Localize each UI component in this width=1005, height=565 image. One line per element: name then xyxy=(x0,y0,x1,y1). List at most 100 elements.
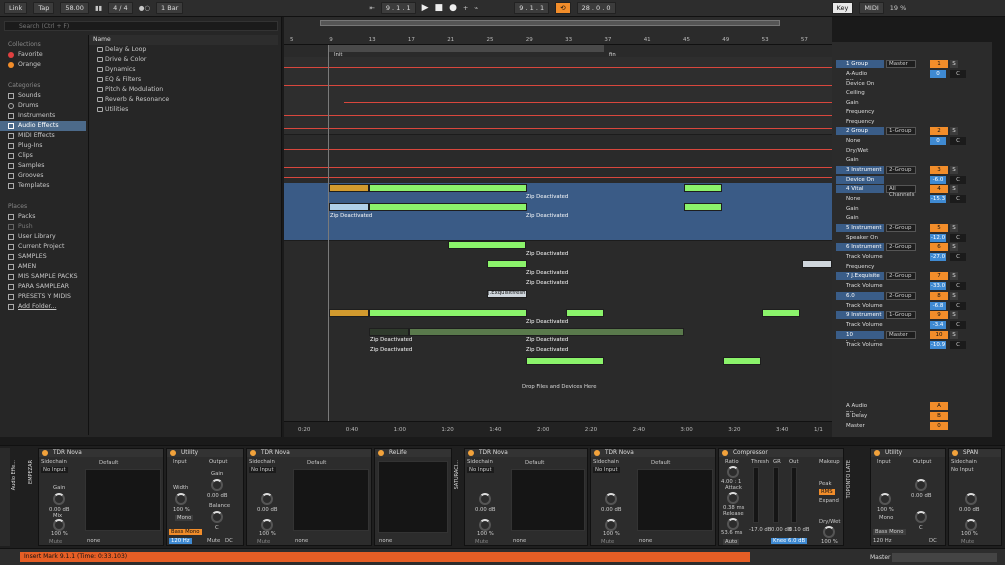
param-name[interactable]: Speaker On xyxy=(836,233,884,242)
param-name[interactable]: Dry/Wet xyxy=(836,146,884,155)
solo-button[interactable]: S xyxy=(950,60,958,68)
place-push[interactable]: Push xyxy=(0,222,86,232)
device-relife[interactable]: ReLife none xyxy=(374,448,452,546)
clip[interactable] xyxy=(369,203,527,211)
mix-knob[interactable] xyxy=(53,519,65,531)
param-name[interactable]: Device On xyxy=(836,79,884,88)
device-span[interactable]: SPAN Sidechain No Input 0.00 dB 100 % Mu… xyxy=(948,448,1002,546)
param-name[interactable]: Gain xyxy=(836,214,884,222)
clip[interactable] xyxy=(329,309,369,317)
browser-search-input[interactable]: Search (Ctrl + F) xyxy=(4,21,278,31)
gain-knob[interactable] xyxy=(261,493,273,505)
power-icon[interactable] xyxy=(42,450,48,456)
list-item[interactable]: Drive & Color xyxy=(89,55,278,65)
clip[interactable] xyxy=(684,203,722,211)
io-select[interactable]: none xyxy=(513,538,526,544)
zoom-level[interactable]: 1/1 xyxy=(814,427,823,433)
device-compressor[interactable]: Compressor Ratio 4.00 : 1 Attack 0.38 ms… xyxy=(718,448,844,546)
automation-line[interactable] xyxy=(284,128,832,129)
power-icon[interactable] xyxy=(874,450,880,456)
output-routing-select[interactable]: Master xyxy=(886,60,916,68)
automation-param-row[interactable]: Track Volume xyxy=(832,340,992,350)
device-title[interactable]: ReLife xyxy=(375,449,451,457)
category-plugins[interactable]: Plug-Ins xyxy=(0,141,86,151)
output-routing-select[interactable]: All Channels xyxy=(886,185,916,198)
mixer-track-row[interactable]: 1 Group Master 1 S 0 C xyxy=(832,60,992,78)
output-routing-select[interactable]: 2-Group xyxy=(886,272,916,280)
solo-button[interactable]: S xyxy=(950,272,958,280)
return-track-name[interactable]: B Delay xyxy=(836,412,884,420)
device-title[interactable]: Compressor xyxy=(719,449,843,457)
eq-display[interactable] xyxy=(85,469,161,531)
gain-knob[interactable] xyxy=(479,493,491,505)
add-folder-button[interactable]: Add Folder... xyxy=(0,302,86,312)
io-select[interactable]: none xyxy=(379,538,392,544)
param-name[interactable]: Gain xyxy=(836,156,884,164)
name-column-header[interactable]: Name xyxy=(89,35,278,45)
clip[interactable] xyxy=(409,328,684,336)
mixer-track-row[interactable]: 6.0 2-Group 8 S -6.8 C xyxy=(832,291,992,310)
solo-button[interactable]: S xyxy=(950,165,958,174)
list-item[interactable]: Dynamics xyxy=(89,65,278,75)
output-routing-select[interactable]: 2-Group xyxy=(886,291,916,300)
track-name[interactable]: 4 Vital xyxy=(836,185,884,193)
automation-param-row[interactable]: Track Volume xyxy=(832,253,992,262)
attack-knob[interactable] xyxy=(727,492,739,504)
eq-display[interactable] xyxy=(637,469,713,531)
category-clips[interactable]: Clips xyxy=(0,151,86,161)
list-item[interactable]: Pitch & Modulation xyxy=(89,85,278,95)
bass-mono-button[interactable]: Bass Mono xyxy=(169,529,202,535)
clip[interactable] xyxy=(487,260,527,268)
io-select[interactable]: none xyxy=(295,538,308,544)
track-lanes[interactable]: Init fin Zip Deactivated Zip Deactivated… xyxy=(284,45,832,421)
track-name[interactable]: 6 Instrument xyxy=(836,243,884,251)
collection-orange[interactable]: Orange xyxy=(0,60,86,70)
release-knob[interactable] xyxy=(727,518,739,530)
automation-param-row[interactable]: Gain xyxy=(832,156,992,165)
expand-button[interactable]: Expand xyxy=(819,498,839,504)
preset-select[interactable]: Default xyxy=(307,460,326,466)
automation-param-row[interactable]: Speaker On xyxy=(832,233,992,243)
stop-icon[interactable]: ■ xyxy=(435,3,444,13)
automation-param-row[interactable]: Frequency xyxy=(832,262,992,272)
automation-param-row[interactable]: Gain xyxy=(832,204,992,214)
bass-mono-freq[interactable]: 120 Hz xyxy=(169,538,192,544)
device-title[interactable]: Utility xyxy=(167,449,243,457)
device-utility[interactable]: Utility Input Output 100 % Mono Bass Mon… xyxy=(870,448,946,546)
automation-line[interactable] xyxy=(284,177,832,178)
collection-favorite[interactable]: Favorite xyxy=(0,50,86,60)
param-name[interactable]: None xyxy=(836,195,884,203)
mixer-track-row[interactable]: 9 Instrument 1-Group 9 S -3.4 C xyxy=(832,311,992,329)
mute-button[interactable]: Mute xyxy=(475,539,488,545)
solo-button[interactable]: S xyxy=(950,243,958,251)
param-name[interactable]: Track Volume xyxy=(836,301,884,310)
knee-field[interactable]: Knee 6.0 dB xyxy=(771,538,808,544)
return-activator[interactable]: A xyxy=(930,402,948,410)
automation-param-row[interactable]: Device On xyxy=(832,79,992,89)
track-name[interactable]: 3 Instrument xyxy=(836,165,884,174)
mixer-track-row[interactable]: 6 Instrument 2-Group 6 S -27.0 C xyxy=(832,243,992,261)
tap-tempo-button[interactable]: Tap xyxy=(33,2,55,14)
gain-knob[interactable] xyxy=(211,479,223,491)
device-utility[interactable]: Utility Input Output Width 100 % Mono Ba… xyxy=(166,448,244,546)
ratio-knob[interactable] xyxy=(727,466,739,478)
clip[interactable] xyxy=(448,241,526,249)
auto-release-button[interactable]: Auto xyxy=(723,539,740,545)
link-button[interactable]: Link xyxy=(4,2,28,14)
place-current-project[interactable]: Current Project xyxy=(0,242,86,252)
automation-line[interactable] xyxy=(284,85,832,86)
automation-param-row[interactable]: None xyxy=(832,195,992,204)
device-title[interactable]: TDR Nova xyxy=(591,449,715,457)
preset-select[interactable]: Default xyxy=(525,460,544,466)
peak-button[interactable]: Peak xyxy=(819,481,832,487)
param-name[interactable]: Frequency xyxy=(836,117,884,126)
automation-line[interactable] xyxy=(344,102,832,103)
clip[interactable] xyxy=(369,309,527,317)
device-tdr-nova[interactable]: TDR Nova Sidechain No Input Default Gain… xyxy=(38,448,164,546)
mix-knob[interactable] xyxy=(261,519,273,531)
track-name[interactable]: 6.0 xyxy=(836,291,884,300)
mix-knob[interactable] xyxy=(965,519,977,531)
clip[interactable] xyxy=(762,309,800,317)
automation-param-row[interactable]: Track Volume xyxy=(832,321,992,330)
solo-button[interactable]: S xyxy=(950,223,958,232)
